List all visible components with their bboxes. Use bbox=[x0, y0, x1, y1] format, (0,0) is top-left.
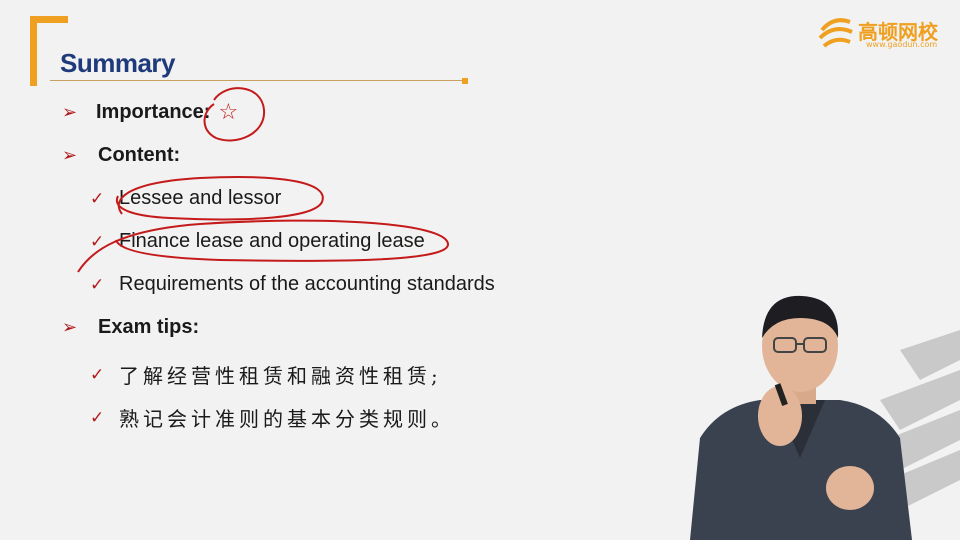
content-label: Content: bbox=[98, 144, 181, 166]
exam-tips-label: Exam tips: bbox=[98, 316, 200, 338]
content-item-text: Requirements of the accounting standards bbox=[119, 273, 495, 295]
check-bullet-icon: ✓ bbox=[90, 274, 105, 295]
content-item-text: Finance lease and operating lease bbox=[119, 230, 425, 252]
arrow-bullet-icon: ➢ bbox=[62, 145, 78, 166]
brand-logo: 高顿网校 www.gaodun.com bbox=[816, 10, 946, 54]
presenter-image bbox=[690, 295, 912, 540]
exam-item-text: 了解经营性租赁和融资性租赁; bbox=[119, 364, 442, 388]
star-icon: ☆ bbox=[218, 100, 239, 125]
bullet-importance: ➢ Importance: ☆ bbox=[62, 100, 238, 125]
content-item-text: Lessee and lessor bbox=[119, 187, 282, 209]
check-bullet-icon: ✓ bbox=[90, 231, 105, 252]
bullet-content: ➢ Content: bbox=[62, 144, 180, 167]
arrow-bullet-icon: ➢ bbox=[62, 102, 78, 123]
check-bullet-icon: ✓ bbox=[90, 188, 105, 209]
exam-item: ✓ 熟记会计准则的基本分类规则。 bbox=[90, 403, 455, 432]
bullet-exam-tips: ➢ Exam tips: bbox=[62, 316, 199, 339]
arrow-bullet-icon: ➢ bbox=[62, 317, 78, 338]
content-item: ✓ Lessee and lessor bbox=[90, 187, 281, 210]
title-divider bbox=[50, 80, 468, 81]
slide-title: Summary bbox=[60, 48, 176, 78]
content-item: ✓ Requirements of the accounting standar… bbox=[90, 273, 495, 296]
title-divider-dot bbox=[462, 78, 468, 84]
importance-label: Importance: bbox=[96, 101, 211, 123]
logo-url: www.gaodun.com bbox=[866, 40, 938, 49]
exam-item-text: 熟记会计准则的基本分类规则。 bbox=[119, 407, 455, 431]
logo-wave-icon bbox=[818, 18, 853, 48]
content-item: ✓ Finance lease and operating lease bbox=[90, 230, 425, 253]
exam-item: ✓ 了解经营性租赁和融资性租赁; bbox=[90, 360, 442, 389]
check-bullet-icon: ✓ bbox=[90, 407, 105, 428]
check-bullet-icon: ✓ bbox=[90, 364, 105, 385]
